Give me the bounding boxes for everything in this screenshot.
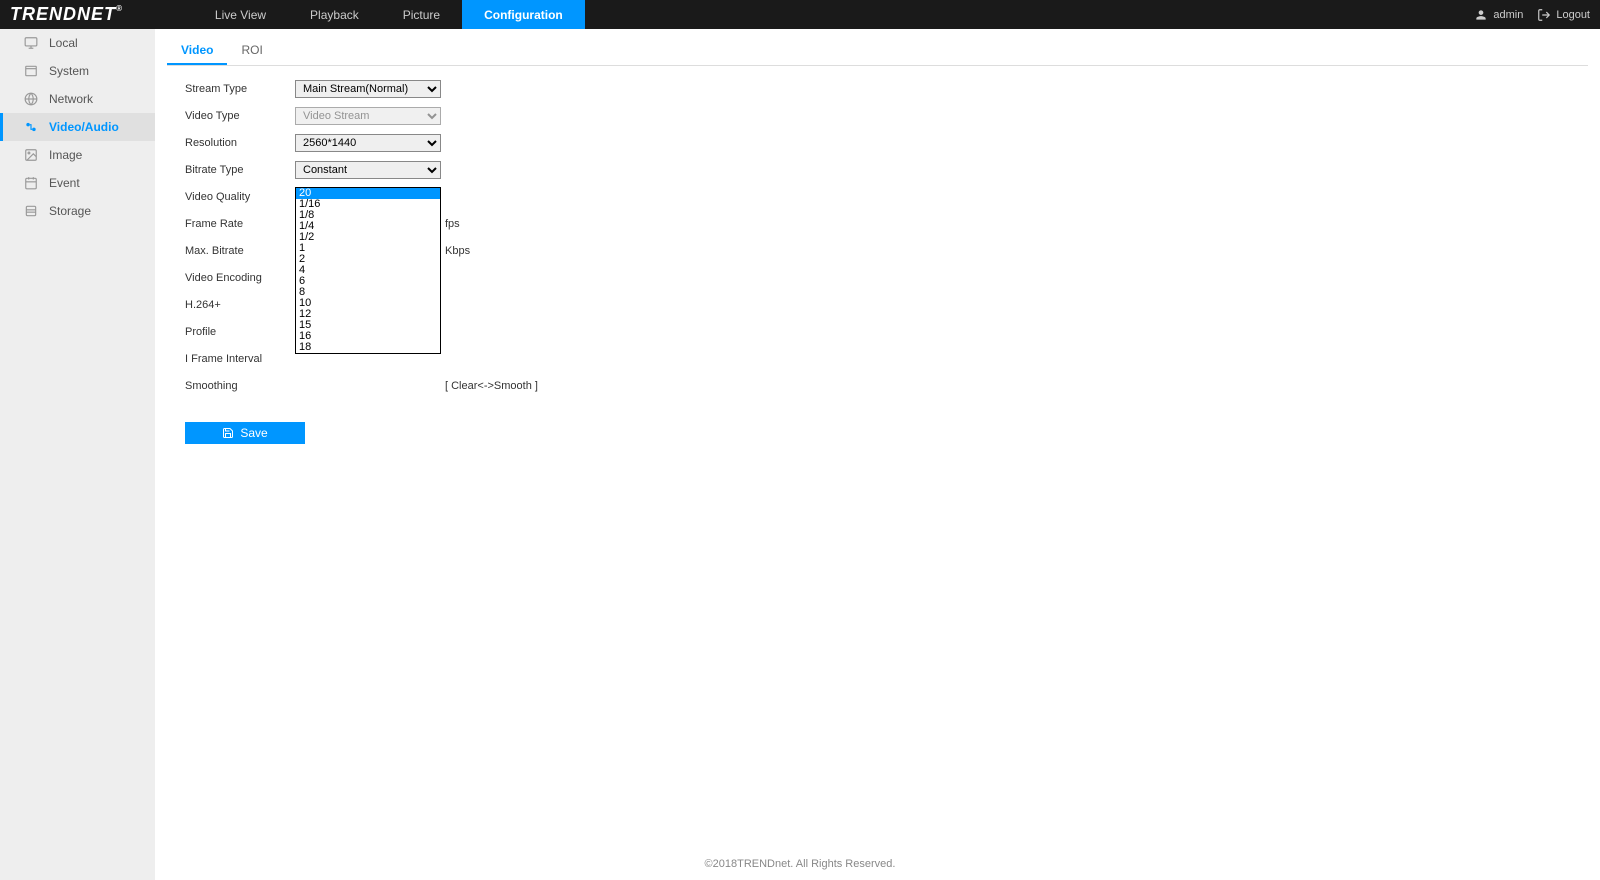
max-bitrate-label: Max. Bitrate bbox=[185, 245, 295, 257]
stream-type-label: Stream Type bbox=[185, 83, 295, 95]
globe-icon bbox=[23, 91, 39, 107]
frame-rate-label: Frame Rate bbox=[185, 218, 295, 230]
user-display[interactable]: admin bbox=[1474, 8, 1523, 22]
resolution-label: Resolution bbox=[185, 137, 295, 149]
frame-rate-option[interactable]: 4 bbox=[296, 265, 440, 276]
sidebar-item-label: Storage bbox=[49, 204, 91, 218]
bitrate-type-select[interactable]: Constant bbox=[295, 161, 441, 179]
footer: ©2018TRENDnet. All Rights Reserved. bbox=[0, 858, 1600, 870]
sidebar-item-label: Image bbox=[49, 148, 82, 162]
sidebar-item-storage[interactable]: Storage bbox=[0, 197, 155, 225]
frame-rate-option[interactable]: 1/16 bbox=[296, 199, 440, 210]
image-icon bbox=[23, 147, 39, 163]
frame-rate-option[interactable]: 1/8 bbox=[296, 210, 440, 221]
frame-rate-option[interactable]: 15 bbox=[296, 320, 440, 331]
brand-logo: TRENDNET® bbox=[0, 4, 143, 25]
sidebar-item-network[interactable]: Network bbox=[0, 85, 155, 113]
sidebar-item-label: System bbox=[49, 64, 89, 78]
video-audio-icon bbox=[23, 119, 39, 135]
sidebar-item-event[interactable]: Event bbox=[0, 169, 155, 197]
profile-label: Profile bbox=[185, 326, 295, 338]
nav-picture[interactable]: Picture bbox=[381, 0, 462, 29]
sidebar-item-label: Video/Audio bbox=[49, 120, 119, 134]
frame-rate-option[interactable]: 18 bbox=[296, 342, 440, 353]
resolution-select[interactable]: 2560*1440 bbox=[295, 134, 441, 152]
frame-rate-option[interactable]: 6 bbox=[296, 276, 440, 287]
save-icon bbox=[222, 427, 234, 439]
storage-icon bbox=[23, 203, 39, 219]
sidebar-item-label: Network bbox=[49, 92, 93, 106]
frame-rate-option[interactable]: 16 bbox=[296, 331, 440, 342]
frame-rate-option[interactable]: 1/4 bbox=[296, 221, 440, 232]
sidebar-item-local[interactable]: Local bbox=[0, 29, 155, 57]
tabs: Video ROI bbox=[167, 37, 1588, 66]
sidebar-item-label: Event bbox=[49, 176, 80, 190]
video-type-select: Video Stream bbox=[295, 107, 441, 125]
frame-rate-dropdown[interactable]: 201/161/81/41/2124681012151618 bbox=[295, 187, 441, 354]
sidebar-item-system[interactable]: System bbox=[0, 57, 155, 85]
h264plus-label: H.264+ bbox=[185, 299, 295, 311]
save-label: Save bbox=[240, 426, 267, 440]
frame-rate-unit: fps bbox=[445, 218, 460, 230]
smoothing-label: Smoothing bbox=[185, 380, 295, 392]
username: admin bbox=[1493, 9, 1523, 21]
logout-icon bbox=[1537, 8, 1551, 22]
tab-roi[interactable]: ROI bbox=[227, 37, 276, 65]
video-type-label: Video Type bbox=[185, 110, 295, 122]
logout-label: Logout bbox=[1556, 9, 1590, 21]
top-nav: Live View Playback Picture Configuration bbox=[193, 0, 585, 29]
frame-rate-option[interactable]: 10 bbox=[296, 298, 440, 309]
bitrate-type-label: Bitrate Type bbox=[185, 164, 295, 176]
video-encoding-label: Video Encoding bbox=[185, 272, 295, 284]
sidebar-item-label: Local bbox=[49, 36, 78, 50]
max-bitrate-unit: Kbps bbox=[445, 245, 470, 257]
nav-configuration[interactable]: Configuration bbox=[462, 0, 585, 29]
user-icon bbox=[1474, 8, 1488, 22]
save-button[interactable]: Save bbox=[185, 422, 305, 444]
video-quality-label: Video Quality bbox=[185, 191, 295, 203]
nav-playback[interactable]: Playback bbox=[288, 0, 381, 29]
frame-rate-option[interactable]: 12 bbox=[296, 309, 440, 320]
sidebar-item-image[interactable]: Image bbox=[0, 141, 155, 169]
header: TRENDNET® Live View Playback Picture Con… bbox=[0, 0, 1600, 29]
video-form: Stream Type Main Stream(Normal) Video Ty… bbox=[185, 78, 1588, 444]
sidebar: Local System Network Video/Audio Image E… bbox=[0, 29, 155, 880]
frame-rate-option[interactable]: 1/2 bbox=[296, 232, 440, 243]
smoothing-hint: [ Clear<->Smooth ] bbox=[445, 380, 538, 392]
frame-rate-option[interactable]: 1 bbox=[296, 243, 440, 254]
sidebar-item-video-audio[interactable]: Video/Audio bbox=[0, 113, 155, 141]
window-icon bbox=[23, 63, 39, 79]
logout-button[interactable]: Logout bbox=[1537, 8, 1590, 22]
frame-rate-option[interactable]: 2 bbox=[296, 254, 440, 265]
monitor-icon bbox=[23, 35, 39, 51]
frame-rate-option[interactable]: 8 bbox=[296, 287, 440, 298]
tab-video[interactable]: Video bbox=[167, 37, 227, 65]
iframe-label: I Frame Interval bbox=[185, 353, 295, 365]
nav-live-view[interactable]: Live View bbox=[193, 0, 288, 29]
stream-type-select[interactable]: Main Stream(Normal) bbox=[295, 80, 441, 98]
calendar-icon bbox=[23, 175, 39, 191]
main-content: Video ROI Stream Type Main Stream(Normal… bbox=[155, 29, 1600, 880]
